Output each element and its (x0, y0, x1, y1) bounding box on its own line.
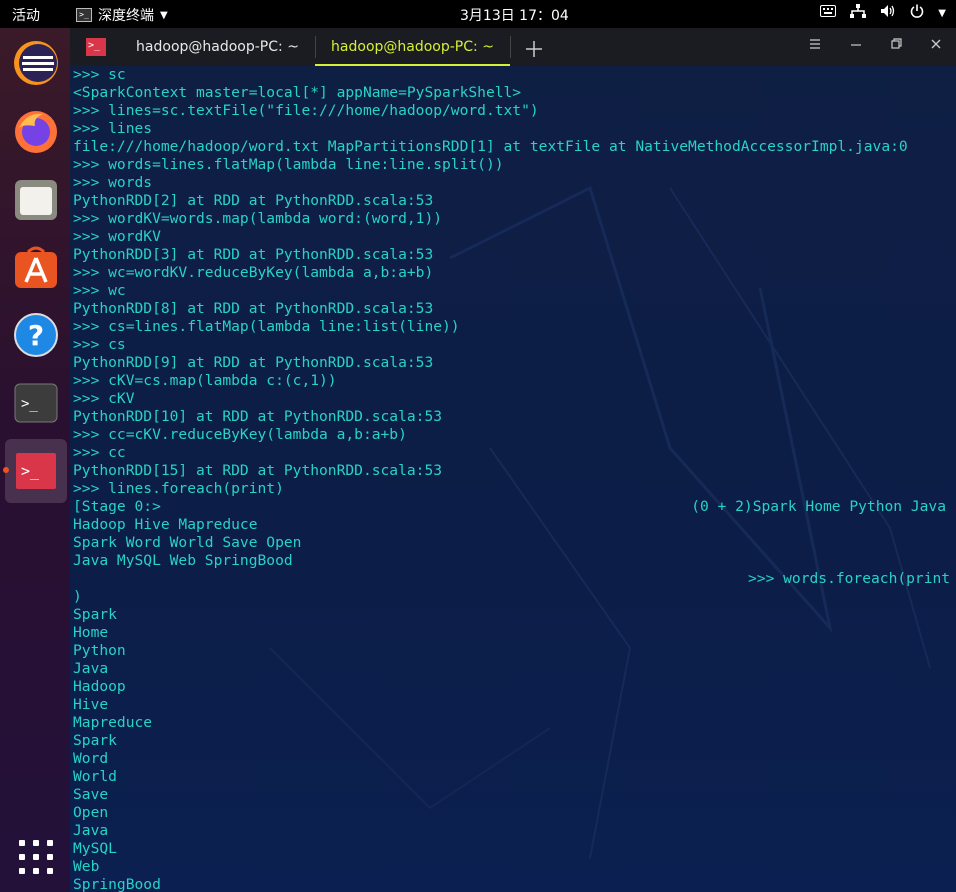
close-icon (931, 39, 941, 49)
terminal-line: Hadoop (73, 678, 126, 695)
chevron-down-icon: ▼ (160, 9, 168, 21)
terminal-output[interactable]: >>> sc <SparkContext master=local[*] appN… (73, 66, 956, 892)
terminal-window: >_ hadoop@hadoop-PC: ~ hadoop@hadoop-PC:… (70, 28, 956, 892)
volume-icon[interactable] (880, 4, 896, 22)
terminal-line: Spark (73, 606, 117, 623)
terminal-line: Spark Word World Save Open (73, 534, 302, 551)
terminal-line: >>> words (73, 174, 153, 191)
app-grid-icon[interactable] (13, 834, 59, 880)
chevron-down-icon[interactable]: ▼ (938, 8, 946, 19)
terminal-line: PythonRDD[2] at RDD at PythonRDD.scala:5… (73, 192, 434, 209)
svg-text:?: ? (28, 319, 44, 352)
terminal-line: PythonRDD[8] at RDD at PythonRDD.scala:5… (73, 300, 434, 317)
firefox-icon[interactable] (13, 108, 59, 154)
terminal-logo-icon: >_ (86, 38, 106, 56)
terminal-line: >>> cKV (73, 390, 135, 407)
help-icon[interactable]: ? (13, 312, 59, 358)
terminal-line: >>> cc (73, 444, 126, 461)
terminal-line: Open (73, 804, 109, 821)
terminal-line: >>> sc (73, 66, 126, 83)
terminal-line: Mapreduce (73, 714, 153, 731)
stage-label: [Stage 0:> (73, 498, 161, 515)
terminal-line: Spark (73, 732, 117, 749)
tab-bar: >_ hadoop@hadoop-PC: ~ hadoop@hadoop-PC:… (70, 28, 956, 66)
minimize-icon (851, 44, 861, 46)
terminal-line: >>> cs (73, 336, 126, 353)
keyboard-icon[interactable] (820, 5, 837, 21)
terminal-line: Hadoop Hive Mapreduce (73, 516, 258, 533)
terminal-line: Java (73, 660, 109, 677)
terminal-line: >>> lines (73, 120, 153, 137)
top-bar: 活动 >_ 深度终端 ▼ 3月13日 17：04 ▼ (0, 0, 956, 28)
terminal-line: World (73, 768, 117, 785)
terminal-line: SpringBood (73, 876, 161, 892)
app-store-icon[interactable] (13, 244, 59, 290)
files-icon[interactable] (13, 176, 59, 222)
new-tab-button[interactable] (525, 32, 543, 64)
terminal-line: ) (73, 588, 82, 605)
terminal-line: <SparkContext master=local[*] appName=Py… (73, 84, 522, 101)
terminal-line: PythonRDD[10] at RDD at PythonRDD.scala:… (73, 408, 443, 425)
minimize-button[interactable] (849, 37, 863, 55)
terminal-app-icon: >_ (76, 8, 92, 22)
terminal-line: >>> wc=wordKV.reduceByKey(lambda a,b:a+b… (73, 264, 434, 281)
dock: ? >_ >_ (0, 28, 70, 892)
menu-button[interactable] (808, 37, 822, 55)
terminal-line: Java (73, 822, 109, 839)
terminal-line: >>> wc (73, 282, 126, 299)
terminal-line: PythonRDD[15] at RDD at PythonRDD.scala:… (73, 462, 443, 479)
terminal-line: >>> cc=cKV.reduceByKey(lambda a,b:a+b) (73, 426, 407, 443)
maximize-button[interactable] (889, 37, 903, 55)
stage-status: (0 + 2)Spark Home Python Java (691, 498, 946, 515)
terminal-line: MySQL (73, 840, 117, 857)
plus-icon (526, 41, 542, 57)
terminal-line: PythonRDD[3] at RDD at PythonRDD.scala:5… (73, 246, 434, 263)
terminal-icon[interactable]: >_ (13, 380, 59, 426)
clock[interactable]: 3月13日 17：04 (460, 5, 569, 25)
eclipse-icon[interactable] (13, 40, 59, 86)
close-button[interactable] (929, 37, 943, 55)
stage-progress-line: [Stage 0:> (0 + 2)Spark Home Python Java (73, 498, 946, 516)
terminal-line: >>> lines=sc.textFile("file:///home/hado… (73, 102, 539, 119)
network-icon[interactable] (850, 4, 867, 22)
deepin-terminal-icon[interactable]: >_ (13, 448, 59, 494)
activities-button[interactable]: 活动 (12, 5, 40, 25)
tab-divider (510, 36, 511, 58)
tab-2-active[interactable]: hadoop@hadoop-PC: ~ (315, 28, 510, 66)
hamburger-icon (810, 39, 820, 49)
terminal-line: PythonRDD[9] at RDD at PythonRDD.scala:5… (73, 354, 434, 371)
terminal-line: Web (73, 858, 100, 875)
system-tray[interactable]: ▼ (820, 4, 946, 22)
terminal-line: Java MySQL Web SpringBood (73, 552, 293, 569)
tab-1[interactable]: hadoop@hadoop-PC: ~ (120, 28, 315, 66)
terminal-line: >>> words.foreach(print (748, 570, 951, 587)
svg-text:>_: >_ (21, 396, 38, 412)
terminal-line: Hive (73, 696, 109, 713)
terminal-line: file:///home/hadoop/word.txt MapPartitio… (73, 138, 908, 155)
terminal-line: >>> wordKV (73, 228, 161, 245)
terminal-line: >>> cKV=cs.map(lambda c:(c,1)) (73, 372, 337, 389)
app-menu-label: 深度终端 (98, 8, 154, 24)
terminal-line: >>> lines.foreach(print) (73, 480, 284, 497)
running-indicator (3, 467, 9, 473)
terminal-line: Home (73, 624, 109, 641)
terminal-line: Python (73, 642, 126, 659)
terminal-line: >>> cs=lines.flatMap(lambda line:list(li… (73, 318, 460, 335)
terminal-line: >>> wordKV=words.map(lambda word:(word,1… (73, 210, 443, 227)
terminal-line: >>> words=lines.flatMap(lambda line:line… (73, 156, 504, 173)
terminal-line: Word (73, 750, 109, 767)
restore-icon (891, 38, 902, 49)
svg-text:>_: >_ (21, 462, 40, 480)
app-menu[interactable]: >_ 深度终端 ▼ (76, 5, 168, 25)
power-icon[interactable] (910, 4, 924, 22)
terminal-line: Save (73, 786, 109, 803)
